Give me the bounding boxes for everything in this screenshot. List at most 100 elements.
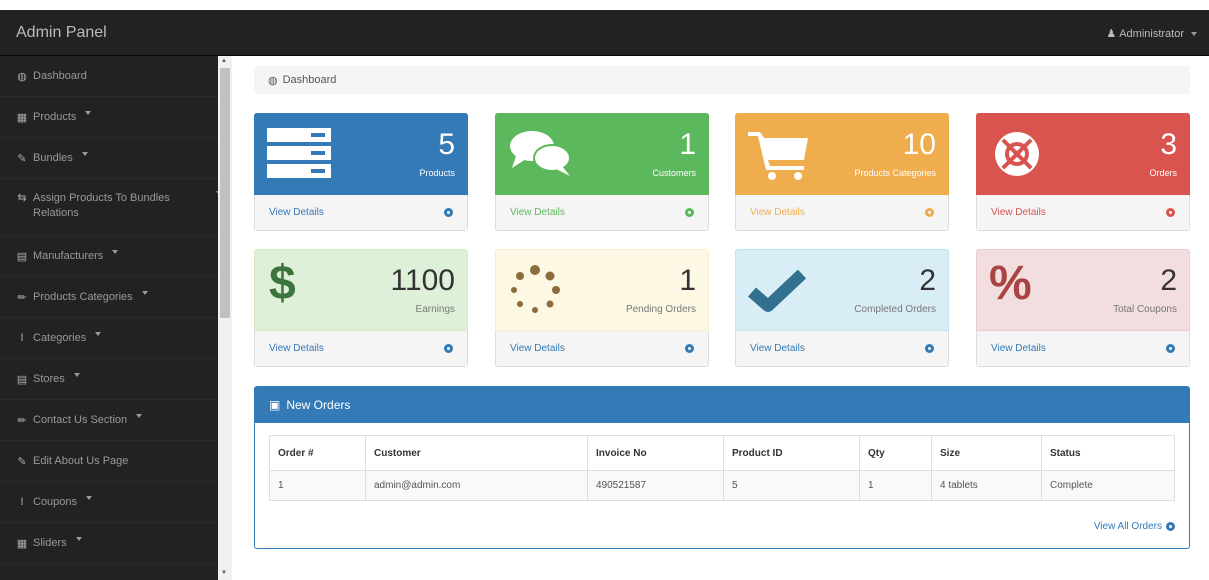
card-total-coupons-label: Total Coupons [1113, 304, 1177, 315]
caret-down-icon [136, 414, 143, 418]
card-orders-head: 3 Orders [976, 113, 1190, 195]
orders-table: Order # Customer Invoice No Product ID Q… [269, 435, 1175, 501]
view-details-text: View Details [269, 343, 324, 354]
sidebar-item-dashboard[interactable]: ◍ Dashboard [0, 56, 232, 97]
card-completed-orders-view-details[interactable]: View Details [735, 331, 949, 367]
view-all-orders-text: View All Orders [1093, 521, 1162, 532]
card-completed-orders-head: 2 Completed Orders [735, 249, 949, 331]
sidebar-item-label: Categories [33, 332, 87, 344]
card-customers-view-details[interactable]: View Details [495, 195, 709, 231]
sidebar-item-label: Bundles [33, 152, 73, 164]
card-products-categories: 10 Products Categories View Details [735, 113, 949, 231]
column-header: Customer [365, 435, 588, 471]
card-customers: 1 Customers View Details [495, 113, 709, 231]
arrows-icon: ⇆ [17, 192, 27, 204]
card-pending-orders-head: 1 Pending Orders [495, 249, 709, 331]
edit-icon: ✎ [17, 153, 27, 165]
caret-down-icon [95, 332, 102, 336]
column-header: Invoice No [587, 435, 724, 471]
card-orders-view-details[interactable]: View Details [976, 195, 1190, 231]
dollar-icon: $ [269, 257, 296, 310]
sidebar-item-coupons[interactable]: I Coupons [0, 482, 232, 523]
card-earnings-view-details[interactable]: View Details [254, 331, 468, 367]
user-name: Administrator [1119, 27, 1184, 40]
column-header: Qty [859, 435, 932, 471]
check-icon [748, 269, 806, 312]
sidebar-item-bundles[interactable]: ✎ Bundles [0, 138, 232, 179]
admin-page: Admin Panel ♟ Administrator ◍ Dashboard ▦ P… [0, 0, 1209, 580]
sidebar-item-label: Sliders [33, 537, 67, 549]
card-products-categories-view-details[interactable]: View Details [735, 195, 949, 231]
sidebar-item-categories[interactable]: I Categories [0, 318, 232, 359]
card-customers-label: Customers [652, 168, 696, 178]
table-cell: 1 [859, 470, 932, 501]
card-products-categories-label: Products Categories [854, 168, 936, 178]
arrow-circle-right-icon [1166, 522, 1175, 531]
view-details-text: View Details [750, 207, 805, 218]
card-total-coupons-value: 2 [1160, 264, 1177, 297]
caret-down-icon [73, 373, 80, 377]
card-orders: 3 Orders View Details [976, 113, 1190, 231]
arrow-circle-right-icon [925, 344, 934, 353]
table-cell: Complete [1041, 470, 1175, 501]
sidebar-item-products[interactable]: ▦ Products [0, 97, 232, 138]
cursor-icon: I [20, 332, 24, 344]
sidebar-item-products-categories[interactable]: ✏ Products Categories [0, 277, 232, 318]
sidebar-item-label: Edit About Us Page [33, 455, 129, 467]
sidebar-item-sliders[interactable]: ▦ Sliders [0, 523, 232, 564]
view-all-orders-link[interactable]: View All Orders [1094, 521, 1175, 532]
card-pending-orders-value: 1 [679, 264, 696, 297]
panel-title: New Orders [286, 398, 351, 412]
column-header: Status [1041, 435, 1175, 471]
store-icon: ▤ [16, 374, 28, 386]
card-orders-value: 3 [1160, 128, 1177, 161]
pencil-icon: ✏ [17, 415, 27, 427]
card-pending-orders-view-details[interactable]: View Details [495, 331, 709, 367]
percent-icon: % [989, 257, 1032, 310]
table-cell: admin@admin.com [365, 470, 588, 501]
card-pending-orders-label: Pending Orders [625, 304, 696, 315]
sidebar-item-label: Manufacturers [33, 250, 104, 262]
column-header: Product ID [723, 435, 860, 471]
caret-down-icon [75, 537, 82, 541]
sidebar-nav: ◍ Dashboard ▦ Products ✎ Bundles ⇆ Assign Produ… [0, 56, 232, 580]
scroll-down-icon[interactable]: ▼ [221, 570, 227, 576]
card-products: 5 Products View Details [254, 113, 468, 231]
brand-link[interactable]: Admin Panel [16, 24, 107, 42]
comments-icon [510, 131, 571, 176]
sidebar-item-label: Products [33, 111, 77, 123]
arrow-circle-right-icon [1166, 208, 1175, 217]
sidebar-item-assign-products-to-bundles-relations[interactable]: ⇆ Assign Products To Bundles Relations [0, 179, 232, 236]
column-header: Order # [269, 435, 366, 471]
arrow-circle-right-icon [685, 208, 694, 217]
sidebar-item-label: Coupons [33, 496, 78, 508]
sidebar-item-manufacturers[interactable]: ▤ Manufacturers [0, 236, 232, 277]
scroll-up-icon[interactable]: ▲ [221, 58, 227, 64]
card-completed-orders-label: Completed Orders [854, 304, 936, 315]
caret-down-icon [1191, 31, 1197, 36]
table-icon: ▦ [16, 112, 28, 124]
view-details-text: View Details [991, 207, 1046, 218]
spinner-icon [511, 265, 560, 313]
table-cell: 490521587 [587, 470, 724, 501]
life-ring-icon [995, 132, 1039, 176]
card-earnings: $ 1100 Earnings View Details [254, 249, 468, 367]
arrow-circle-right-icon [1166, 344, 1175, 353]
sidebar-item-edit-about-us-page[interactable]: ✎ Edit About Us Page [0, 441, 232, 482]
card-customers-head: 1 Customers [495, 113, 709, 195]
sidebar-item-stores[interactable]: ▤ Stores [0, 359, 232, 400]
table-row[interactable]: 1 admin@admin.com 490521587 5 1 4 tablet… [269, 470, 1175, 501]
scrollbar-thumb[interactable] [220, 68, 230, 318]
sidebar-item-contact-us-section[interactable]: ✏ Contact Us Section [0, 400, 232, 441]
card-earnings-head: $ 1100 Earnings [254, 249, 468, 331]
arrow-circle-right-icon [444, 344, 453, 353]
money-icon: ▣ [269, 398, 281, 412]
caret-down-icon [86, 496, 93, 500]
column-header: Size [931, 435, 1042, 471]
user-menu[interactable]: ♟ Administrator [1106, 27, 1197, 40]
breadcrumb: ◍ Dashboard [254, 66, 1190, 94]
card-total-coupons-view-details[interactable]: View Details [976, 331, 1190, 367]
card-total-coupons: % 2 Total Coupons View Details [976, 249, 1190, 367]
card-customers-value: 1 [679, 128, 696, 161]
card-products-view-details[interactable]: View Details [254, 195, 468, 231]
